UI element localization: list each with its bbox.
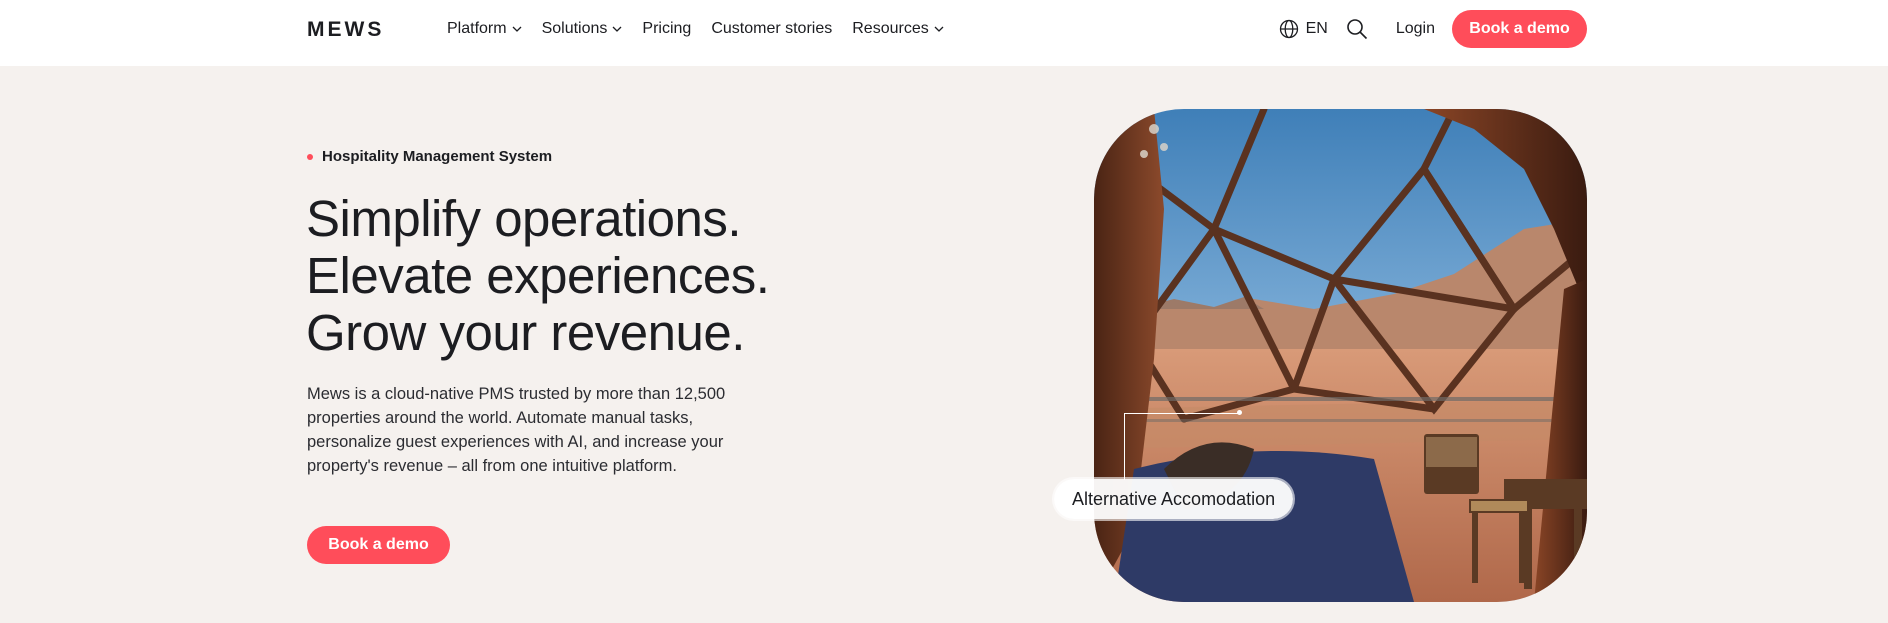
- hero-description: Mews is a cloud-native PMS trusted by mo…: [307, 385, 726, 475]
- language-selector[interactable]: EN: [1279, 19, 1328, 39]
- headline-line-2: Elevate experiences.: [306, 247, 770, 304]
- mews-logo[interactable]: MEWS: [307, 18, 384, 42]
- chevron-down-icon: [612, 26, 622, 32]
- book-demo-button-hero[interactable]: Book a demo: [307, 526, 450, 564]
- main-menu: Platform Solutions Pricing Customer stor…: [447, 0, 944, 58]
- menu-label-customer-stories: Customer stories: [711, 20, 833, 37]
- menu-item-solutions[interactable]: Solutions: [542, 20, 623, 38]
- globe-icon: [1279, 19, 1298, 39]
- chevron-down-icon: [512, 26, 522, 32]
- nav-actions: EN Login Book a demo: [1279, 0, 1587, 58]
- hero-image-dome-tent: [1094, 109, 1587, 602]
- menu-item-platform[interactable]: Platform: [447, 20, 522, 38]
- desert-dome-illustration: [1094, 109, 1587, 602]
- search-icon: [1347, 19, 1367, 40]
- chevron-down-icon: [934, 26, 944, 32]
- login-link[interactable]: Login: [1396, 20, 1435, 38]
- menu-item-pricing[interactable]: Pricing: [642, 20, 691, 38]
- top-navigation: MEWS Platform Solutions Pricing Customer…: [0, 0, 1888, 66]
- hero-section: Hospitality Management System Simplify o…: [0, 66, 1888, 623]
- menu-label-solutions: Solutions: [541, 20, 608, 37]
- eyebrow-dot-icon: [307, 153, 313, 160]
- language-code: EN: [1305, 20, 1328, 37]
- image-category-tag: Alternative Accomodation: [1054, 479, 1294, 519]
- menu-label-platform: Platform: [447, 20, 507, 37]
- image-callout-line: [1124, 413, 1241, 480]
- hero-headline: Simplify operations. Elevate experiences…: [306, 190, 770, 361]
- menu-label-pricing: Pricing: [642, 20, 692, 37]
- menu-item-customer-stories[interactable]: Customer stories: [711, 20, 832, 38]
- image-callout-dot: [1237, 410, 1242, 415]
- headline-line-1: Simplify operations.: [306, 190, 742, 247]
- menu-item-resources[interactable]: Resources: [852, 20, 944, 38]
- hero-eyebrow: Hospitality Management System: [307, 148, 552, 165]
- search-button[interactable]: [1346, 18, 1368, 40]
- book-demo-button-nav[interactable]: Book a demo: [1452, 10, 1587, 48]
- headline-line-3: Grow your revenue.: [306, 304, 745, 361]
- eyebrow-text: Hospitality Management System: [322, 148, 553, 165]
- menu-label-resources: Resources: [852, 20, 929, 37]
